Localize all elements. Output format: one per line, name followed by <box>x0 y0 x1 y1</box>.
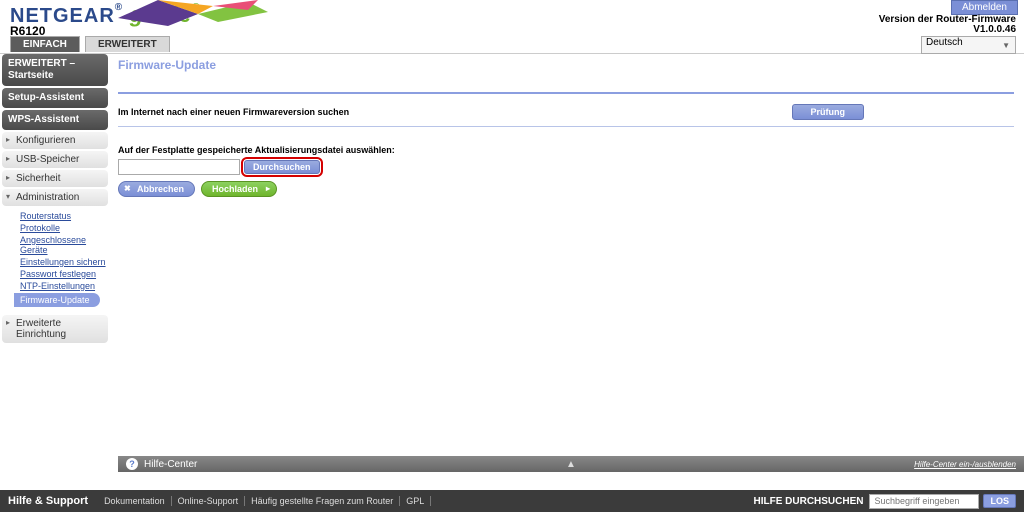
admin-link-router-status[interactable]: Routerstatus <box>20 211 108 221</box>
sidebar-item-usb-storage[interactable]: USB-Speicher <box>2 151 108 168</box>
tab-advanced[interactable]: ERWEITERT <box>85 36 170 52</box>
admin-link-backup[interactable]: Einstellungen sichern <box>20 257 108 267</box>
language-select[interactable]: Deutsch <box>921 36 1016 54</box>
admin-link-logs[interactable]: Protokolle <box>20 223 108 233</box>
divider <box>118 92 1014 94</box>
sidebar-item-configure[interactable]: Konfigurieren <box>2 132 108 149</box>
admin-link-firmware[interactable]: Firmware-Update <box>14 293 100 307</box>
admin-link-ntp[interactable]: NTP-Einstellungen <box>20 281 108 291</box>
check-firmware-text: Im Internet nach einer neuen Firmwarever… <box>118 107 792 117</box>
header: NETGEAR® genie® R6120 Abmelden Version d… <box>0 0 1024 30</box>
sidebar-item-adv-setup[interactable]: Erweiterte Einrichtung <box>2 315 108 343</box>
footer-link-docs[interactable]: Dokumentation <box>98 496 172 506</box>
footer-link-online[interactable]: Online-Support <box>172 496 246 506</box>
tab-basic[interactable]: EINFACH <box>10 36 80 52</box>
language-value: Deutsch <box>926 37 963 48</box>
swoosh-graphic <box>118 0 298 26</box>
action-row: Abbrechen Hochladen <box>118 181 1014 197</box>
upload-button[interactable]: Hochladen <box>201 181 277 197</box>
admin-link-attached[interactable]: Angeschlossene Geräte <box>20 235 108 255</box>
content-panel: Firmware-Update Im Internet nach einer n… <box>110 54 1024 472</box>
footer: Hilfe & Support Dokumentation Online-Sup… <box>0 490 1024 512</box>
body-area: ERWEITERT – Startseite Setup-Assistent W… <box>0 54 1024 472</box>
sidebar-item-wps-wizard[interactable]: WPS-Assistent <box>2 110 108 130</box>
sidebar-item-security[interactable]: Sicherheit <box>2 170 108 187</box>
file-select-label: Auf der Festplatte gespeicherte Aktualis… <box>118 145 1014 155</box>
footer-search-label: HILFE DURCHSUCHEN <box>753 496 863 507</box>
footer-go-button[interactable]: LOS <box>983 494 1016 508</box>
check-firmware-row: Im Internet nach einer neuen Firmwarever… <box>118 104 1014 120</box>
file-path-input[interactable] <box>118 159 240 175</box>
help-center-toggle[interactable]: Hilfe-Center ein-/ausblenden <box>914 460 1016 469</box>
footer-search-input[interactable] <box>869 494 979 509</box>
help-center-title: Hilfe-Center <box>144 459 197 470</box>
sidebar: ERWEITERT – Startseite Setup-Assistent W… <box>0 54 110 472</box>
sidebar-item-adv-home[interactable]: ERWEITERT – Startseite <box>2 54 108 86</box>
tab-bar: EINFACH ERWEITERT <box>0 36 1024 54</box>
admin-submenu: Routerstatus Protokolle Angeschlossene G… <box>2 208 108 315</box>
logout-button[interactable]: Abmelden <box>951 0 1018 15</box>
divider-thin <box>118 126 1014 127</box>
file-row: Durchsuchen <box>118 159 1014 175</box>
footer-link-gpl[interactable]: GPL <box>400 496 431 506</box>
browse-button[interactable]: Durchsuchen <box>244 160 320 174</box>
admin-link-password[interactable]: Passwort festlegen <box>20 269 108 279</box>
page-title: Firmware-Update <box>118 58 1014 72</box>
chevron-up-icon: ▲ <box>566 459 576 470</box>
footer-title: Hilfe & Support <box>8 495 88 507</box>
brand-gear: GEAR <box>53 5 115 27</box>
check-button[interactable]: Prüfung <box>792 104 865 120</box>
help-center-bar[interactable]: ? Hilfe-Center ▲ Hilfe-Center ein-/ausbl… <box>118 456 1024 472</box>
cancel-button[interactable]: Abbrechen <box>118 181 195 197</box>
firmware-version-value: V1.0.0.46 <box>973 24 1016 35</box>
footer-link-faq[interactable]: Häufig gestellte Fragen zum Router <box>245 496 400 506</box>
help-icon: ? <box>126 458 138 470</box>
sidebar-item-administration[interactable]: Administration <box>2 189 108 206</box>
sidebar-item-setup-wizard[interactable]: Setup-Assistent <box>2 88 108 108</box>
